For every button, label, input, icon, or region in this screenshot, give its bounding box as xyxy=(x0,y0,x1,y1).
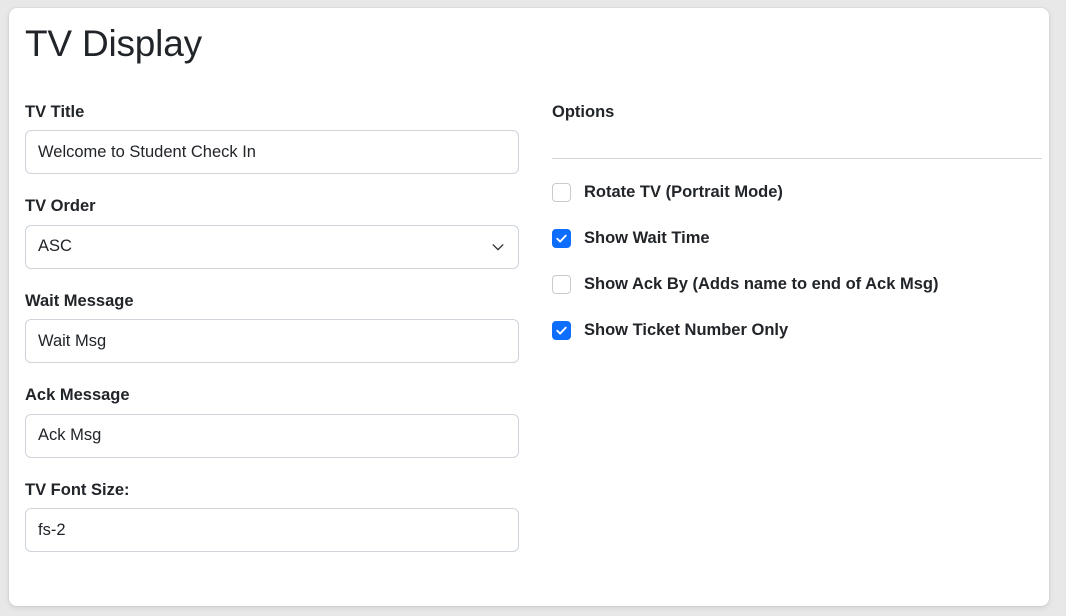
checkbox-show-wait-time[interactable] xyxy=(552,228,571,248)
checkbox-label-rotate-tv-portrait-mode[interactable]: Rotate TV (Portrait Mode) xyxy=(584,182,783,203)
field-spacer xyxy=(25,363,519,385)
ack-message-label: Ack Message xyxy=(25,386,130,405)
tv-order-select-wrapper xyxy=(25,224,519,269)
tv-font-size-label: TV Font Size: xyxy=(25,480,130,499)
field-spacer xyxy=(25,458,519,480)
wait-message-label: Wait Message xyxy=(25,291,134,310)
card-body: TV Display TV Title TV Order Wait Message A… xyxy=(9,8,1049,606)
tv-font-size-input[interactable] xyxy=(25,508,519,553)
options-column: Options Rotate TV (Portrait Mode) Show Wa… xyxy=(552,102,1042,344)
field-wait-message: Wait Message xyxy=(25,291,519,364)
form-column: TV Title TV Order Wait Message Ack Message T… xyxy=(25,102,519,553)
field-tv-order: TV Order xyxy=(25,196,519,269)
wait-message-input[interactable] xyxy=(25,319,519,364)
checkbox-label-show-ack-by[interactable]: Show Ack By (Adds name to end of Ack Msg… xyxy=(584,274,938,295)
options-heading: Options xyxy=(552,103,615,121)
field-tv-title: TV Title xyxy=(25,102,519,175)
options-checkbox-list: Rotate TV (Portrait Mode) Show Wait Time S… xyxy=(552,178,1042,344)
checkbox-label-show-ticket-number-only[interactable]: Show Ticket Number Only xyxy=(584,320,788,341)
ack-message-input[interactable] xyxy=(25,413,519,458)
options-divider xyxy=(552,158,1042,160)
checkbox-row-show-ack-by[interactable]: Show Ack By (Adds name to end of Ack Msg… xyxy=(552,270,1042,298)
tv-display-card: TV Display TV Title TV Order Wait Message A… xyxy=(9,8,1049,606)
field-spacer xyxy=(25,174,519,196)
tv-title-input[interactable] xyxy=(25,130,519,175)
checkbox-label-show-wait-time[interactable]: Show Wait Time xyxy=(584,228,710,249)
tv-order-label: TV Order xyxy=(25,197,96,216)
checkbox-row-rotate-tv-portrait-mode[interactable]: Rotate TV (Portrait Mode) xyxy=(552,178,1042,206)
tv-order-select[interactable] xyxy=(25,224,519,269)
checkbox-row-show-wait-time[interactable]: Show Wait Time xyxy=(552,224,1042,252)
checkbox-show-ack-by[interactable] xyxy=(552,274,571,294)
checkbox-show-ticket-number-only[interactable] xyxy=(552,320,571,340)
checkbox-row-show-ticket-number-only[interactable]: Show Ticket Number Only xyxy=(552,316,1042,344)
field-tv-font-size: TV Font Size: xyxy=(25,480,519,553)
checkbox-rotate-tv-portrait-mode[interactable] xyxy=(552,182,571,202)
field-spacer xyxy=(25,269,519,291)
tv-title-label: TV Title xyxy=(25,103,85,121)
page-title: TV Display xyxy=(25,23,202,64)
page-root: TV Display TV Title TV Order Wait Message A… xyxy=(0,0,1066,616)
field-ack-message: Ack Message xyxy=(25,385,519,458)
